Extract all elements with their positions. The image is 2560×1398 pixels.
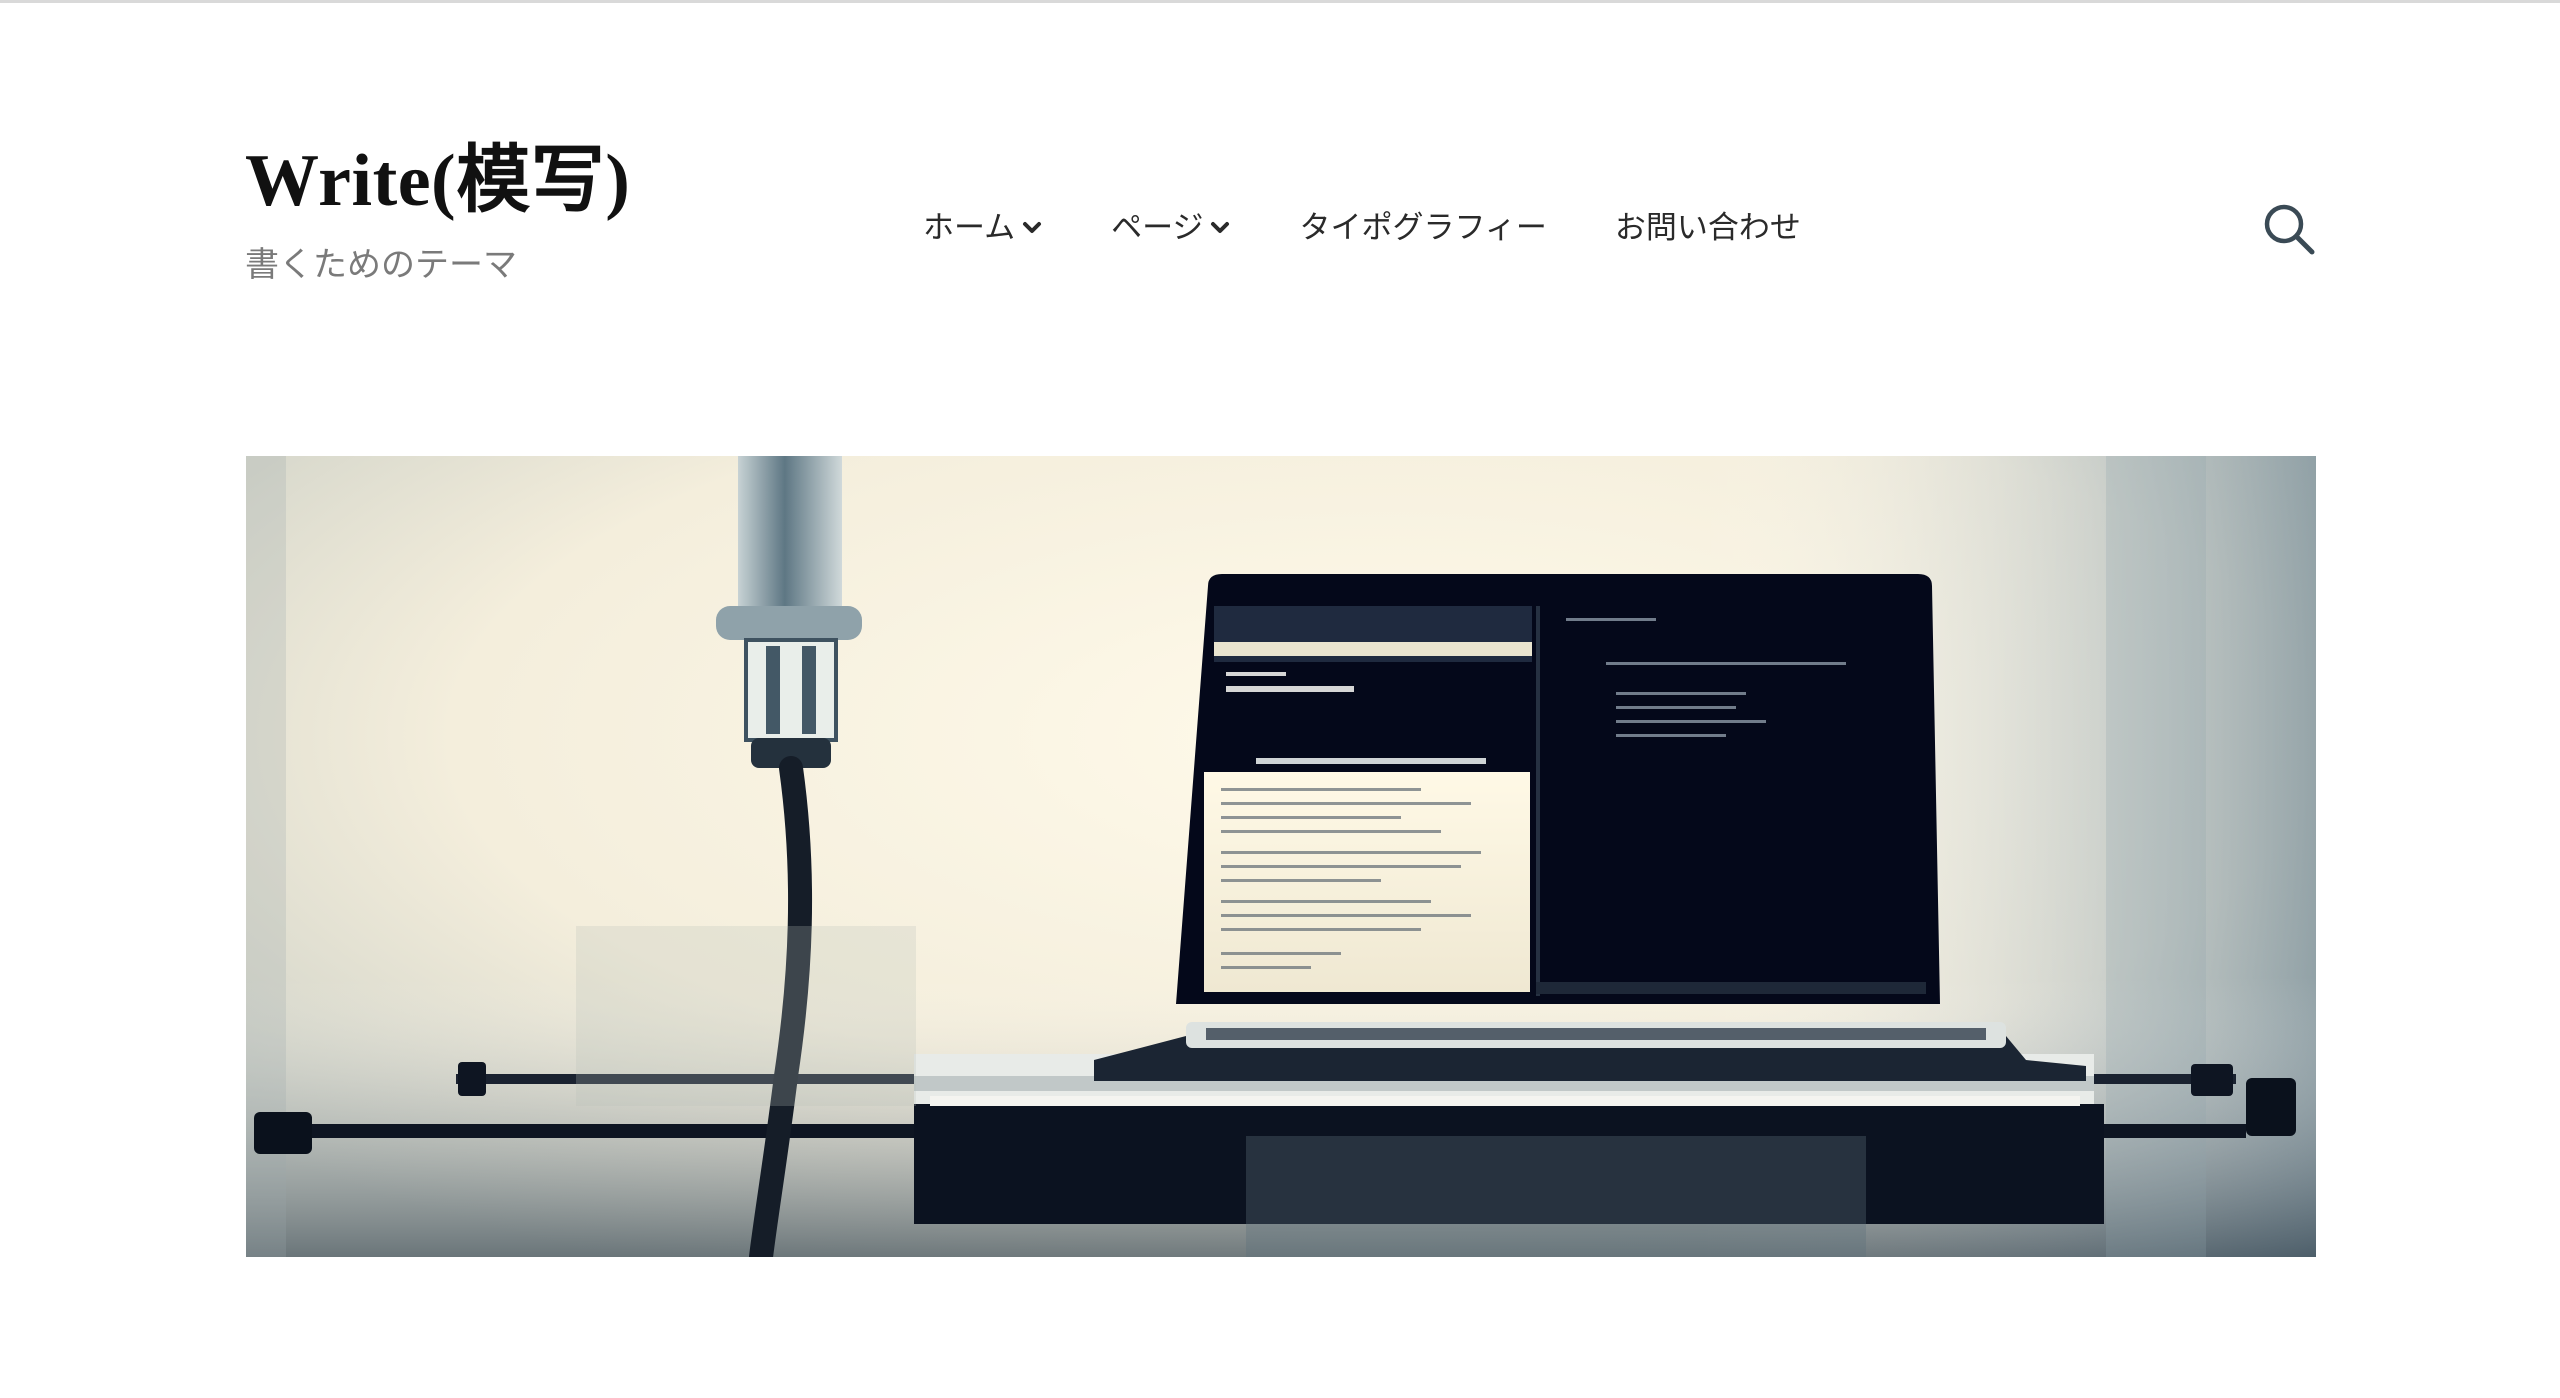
nav-item-typography[interactable]: タイポグラフィー (1299, 203, 1546, 253)
nav-item-label: お問い合わせ (1614, 210, 1801, 246)
search-button[interactable] (2261, 201, 2317, 257)
nav-item-label: ホーム (923, 210, 1016, 246)
nav-item-contact[interactable]: お問い合わせ (1615, 203, 1801, 253)
nav-item-label: タイポグラフィー (1299, 210, 1547, 246)
chevron-down-icon (1209, 217, 1231, 239)
nav-item-pages[interactable]: ページ (1111, 203, 1231, 253)
main-navigation: ホーム ページ タイポグラフィー お問い合わせ (923, 203, 1801, 253)
search-icon (2264, 204, 2315, 255)
nav-item-label: ページ (1111, 210, 1204, 246)
site-title[interactable]: Write(模写) (245, 133, 630, 229)
nav-item-home[interactable]: ホーム (923, 203, 1043, 253)
laptop-desk-photo (246, 456, 2316, 1257)
chevron-down-icon (1021, 217, 1043, 239)
site-tagline: 書くためのテーマ (245, 245, 517, 285)
header-image (246, 456, 2316, 1257)
site-header: Write(模写) 書くためのテーマ ホーム ページ タイポグラフィー お問い合… (245, 133, 2317, 313)
